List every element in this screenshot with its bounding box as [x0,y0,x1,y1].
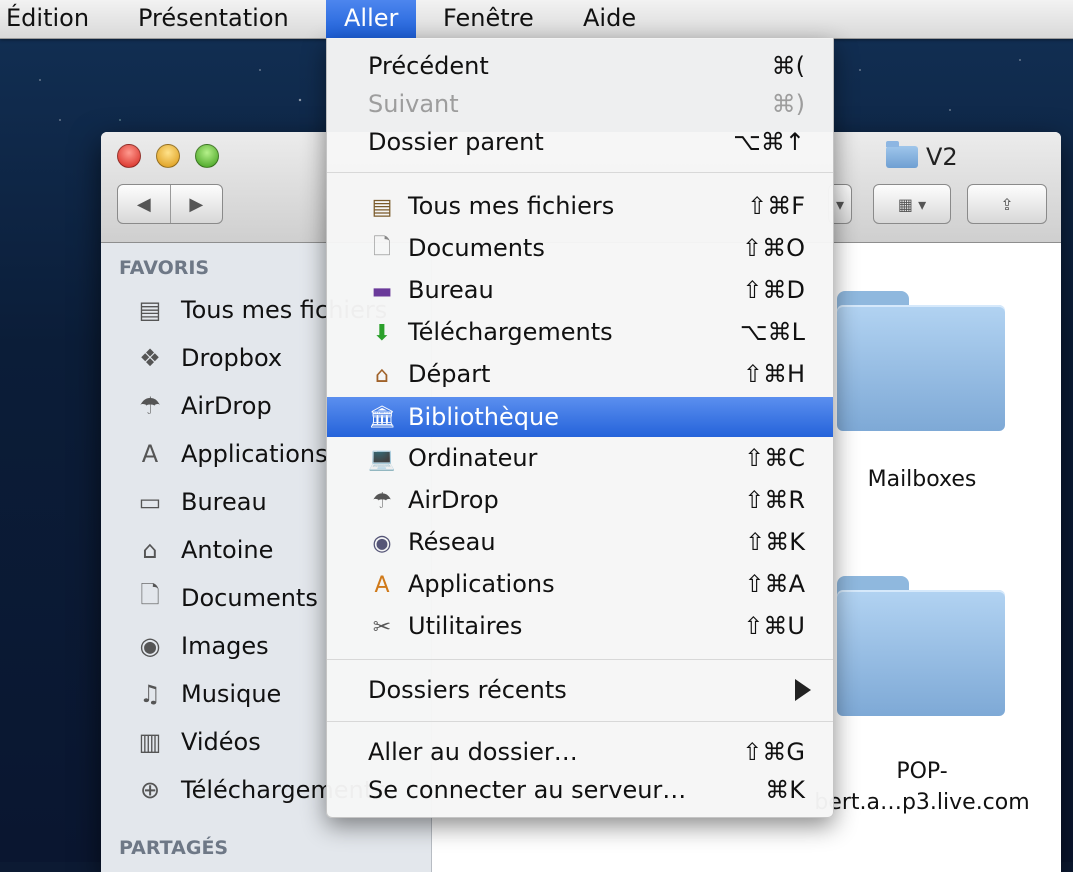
menu-view[interactable]: Présentation [138,0,289,38]
folder-label-pop-1: POP- [896,759,948,784]
all-files-icon: ▤ [138,296,162,324]
sidebar-section-shared: PARTAGÉS [119,837,229,859]
menu-item-library[interactable]: 🏛 Bibliothèque [327,397,833,437]
menu-item-computer[interactable]: 💻 Ordinateur ⇧⌘C [327,439,833,477]
download-icon: ⬇ [372,320,392,346]
document-icon: 🗋 [373,235,391,260]
menu-separator [327,172,833,175]
library-icon: 🏛 [368,404,396,430]
go-menu-dropdown: Précédent ⌘( Suivant ⌘) Dossier parent ⌥… [326,38,834,818]
menu-item-utilities[interactable]: ✂ Utilitaires ⇧⌘U [327,607,833,645]
applications-icon: A [141,440,159,468]
forward-arrow-icon[interactable]: ▶ [171,185,223,223]
dropbox-icon: ❖ [139,344,161,372]
folder-label-mailboxes: Mailboxes [867,467,977,492]
menu-item-network[interactable]: ◉ Réseau ⇧⌘K [327,523,833,561]
sidebar-item-home[interactable]: ⌂ Antoine [135,530,273,570]
action-menu-button[interactable]: ▦ ▾ [873,184,951,224]
all-files-icon: ▤ [371,194,393,220]
sidebar-section-favorites: FAVORIS [119,257,210,279]
back-arrow-icon[interactable]: ◀ [118,185,171,223]
folder-item-pop[interactable] [837,576,1005,716]
menu-item-downloads[interactable]: ⬇ Téléchargements ⌥⌘L [327,313,833,351]
menu-window[interactable]: Fenêtre [443,0,534,38]
close-window-button[interactable] [117,144,141,168]
submenu-arrow-icon [795,679,811,701]
desktop-icon: ▭ [138,488,162,516]
menu-separator [327,721,833,724]
share-icon: ⇪ [1000,194,1014,214]
menu-item-airdrop[interactable]: ☂ AirDrop ⇧⌘R [327,481,833,519]
sidebar-item-documents[interactable]: 🗋 Documents [135,578,318,618]
menu-separator [327,659,833,662]
film-icon: ▥ [138,728,162,756]
minimize-window-button[interactable] [156,144,180,168]
desktop-icon: ▬ [371,278,393,304]
network-icon: ◉ [372,530,392,556]
menu-item-desktop[interactable]: ▬ Bureau ⇧⌘D [327,271,833,309]
menu-item-all-files[interactable]: ▤ Tous mes fichiers ⇧⌘F [327,187,833,225]
share-button[interactable]: ⇪ [967,184,1047,224]
sidebar-item-applications[interactable]: A Applications [135,434,328,474]
folder-item-mailboxes[interactable] [837,291,1005,431]
sidebar-item-images[interactable]: ◉ Images [135,626,269,666]
sidebar-item-music[interactable]: ♫ Musique [135,674,281,714]
menu-help[interactable]: Aide [583,0,636,38]
sidebar-item-desktop[interactable]: ▭ Bureau [135,482,267,522]
menu-go[interactable]: Aller [326,0,417,38]
camera-icon: ◉ [139,632,161,660]
applications-icon: A [374,572,390,598]
sidebar-item-airdrop[interactable]: ☂ AirDrop [135,386,271,426]
menu-item-applications[interactable]: A Applications ⇧⌘A [327,565,833,603]
folder-icon [886,141,918,168]
music-note-icon: ♫ [139,680,161,708]
window-title-text: V2 [926,143,958,171]
sidebar-item-dropbox[interactable]: ❖ Dropbox [135,338,282,378]
home-icon: ⌂ [142,536,158,564]
zoom-window-button[interactable] [195,144,219,168]
menu-item-previous[interactable]: Précédent ⌘( [327,47,833,85]
menu-item-home[interactable]: ⌂ Départ ⇧⌘H [327,355,833,393]
utilities-icon: ✂ [372,614,392,640]
menu-item-next: Suivant ⌘) [368,90,805,118]
menu-edit[interactable]: Édition [6,0,89,38]
sidebar-item-videos[interactable]: ▥ Vidéos [135,722,261,762]
menu-item-go-to-folder[interactable]: Aller au dossier… ⇧⌘G [327,733,833,771]
home-icon: ⌂ [375,362,389,388]
download-icon: ⊕ [139,776,161,804]
menu-item-documents[interactable]: 🗋 Documents ⇧⌘O [327,229,833,267]
airdrop-icon: ☂ [372,488,392,514]
menu-bar: Édition Présentation Aller Fenêtre Aide [0,0,1073,39]
document-icon: 🗋 [140,580,160,609]
computer-icon: 💻 [368,446,396,472]
grid-icon: ▦ ▾ [897,194,927,214]
window-title: V2 [886,141,958,171]
menu-item-connect-to-server[interactable]: Se connecter au serveur… ⌘K [327,771,833,809]
back-forward-control: ◀ ▶ [117,184,223,224]
menu-item-recent-folders[interactable]: Dossiers récents [327,671,833,709]
menu-item-parent-folder[interactable]: Dossier parent ⌥⌘↑ [327,123,833,161]
airdrop-icon: ☂ [139,392,161,420]
